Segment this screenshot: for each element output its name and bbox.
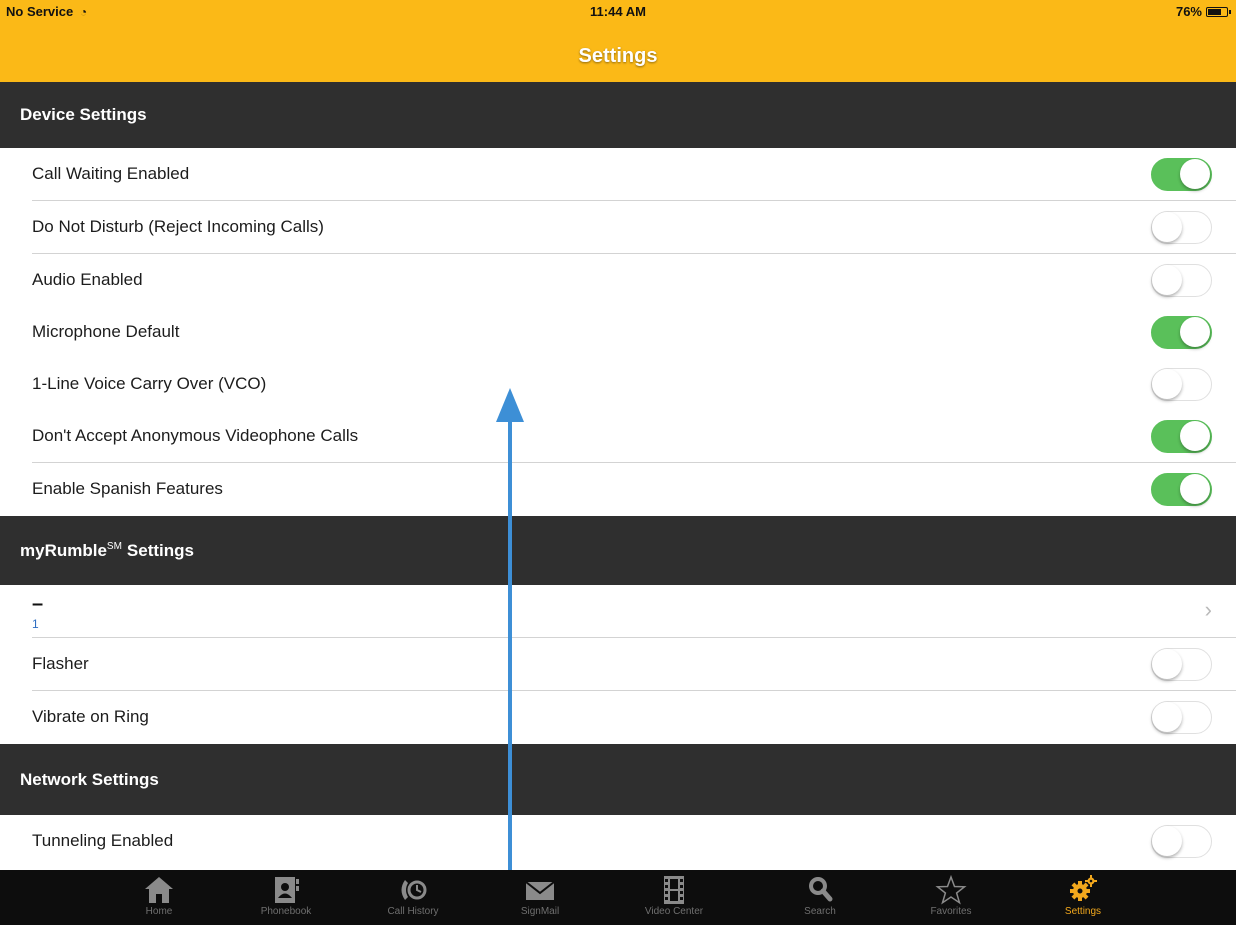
tab-video-center[interactable]: Video Center (634, 870, 714, 925)
tab-label: Home (145, 906, 173, 917)
do-not-disturb-toggle[interactable] (1151, 211, 1212, 244)
setting-label: 1-Line Voice Carry Over (VCO) (32, 374, 267, 393)
setting-label: Call Waiting Enabled (32, 164, 190, 183)
setting-row-anonymous-calls: Don't Accept Anonymous Videophone Calls (0, 410, 1236, 463)
section-header-myrumble: myRumble SM Settings (0, 516, 1236, 585)
tab-search[interactable]: Search (780, 870, 860, 925)
setting-row-call-waiting: Call Waiting Enabled (0, 148, 1236, 201)
microphone-toggle[interactable] (1151, 316, 1212, 349)
toggle-knob (1152, 369, 1182, 399)
battery-icon (1206, 6, 1231, 17)
flasher-toggle[interactable] (1151, 648, 1212, 681)
tab-label: Search (804, 906, 836, 917)
toggle-knob (1152, 212, 1182, 242)
setting-label: Don't Accept Anonymous Videophone Calls (32, 426, 359, 445)
myrumble-link-row[interactable]: – 1 › (0, 585, 1236, 638)
battery-label: 76% (1175, 4, 1202, 19)
vibrate-toggle[interactable] (1151, 701, 1212, 734)
search-icon (780, 873, 860, 907)
setting-row-audio: Audio Enabled (0, 254, 1236, 307)
anonymous-calls-toggle[interactable] (1151, 420, 1212, 453)
tab-label: Call History (387, 906, 439, 917)
link-row-title: – (32, 593, 44, 615)
tab-label: Settings (1064, 906, 1102, 917)
setting-row-microphone: Microphone Default (0, 306, 1236, 359)
section-header-network: Network Settings (0, 744, 1236, 815)
setting-row-do-not-disturb: Do Not Disturb (Reject Incoming Calls) (0, 201, 1236, 254)
setting-row-vibrate: Vibrate on Ring (0, 691, 1236, 744)
toggle-knob (1152, 649, 1182, 679)
setting-row-spanish: Enable Spanish Features (0, 463, 1236, 516)
setting-label: Microphone Default (32, 322, 180, 341)
tab-label: Favorites (930, 906, 972, 917)
toggle-knob (1152, 826, 1182, 856)
status-time: 11:44 AM (590, 4, 646, 19)
signmail-icon (500, 873, 580, 907)
setting-label: Do Not Disturb (Reject Incoming Calls) (32, 217, 324, 236)
section-title-suffix: Settings (126, 540, 194, 560)
favorites-icon (911, 873, 991, 907)
tab-bar: Home Phonebook Call History SignMail Vid… (0, 870, 1236, 925)
tab-settings[interactable]: Settings (1043, 870, 1123, 925)
link-row-subtitle: 1 (32, 617, 39, 631)
setting-label: Flasher (32, 654, 89, 673)
section-title: Network Settings (20, 769, 159, 789)
tab-label: Video Center (644, 906, 704, 917)
toggle-knob (1180, 474, 1210, 504)
toggle-knob (1180, 317, 1210, 347)
battery-level (1208, 8, 1221, 15)
settings-icon (1043, 873, 1123, 907)
video-center-icon (634, 873, 714, 907)
tab-signmail[interactable]: SignMail (500, 870, 580, 925)
section-title: Device Settings (20, 105, 147, 124)
setting-row-vco: 1-Line Voice Carry Over (VCO) (0, 358, 1236, 411)
section-title-prefix: myRumble (20, 540, 107, 560)
setting-label: Audio Enabled (32, 270, 143, 289)
setting-label: Tunneling Enabled (32, 831, 174, 850)
home-icon (119, 873, 199, 907)
tunneling-toggle[interactable] (1151, 825, 1212, 858)
page-title: Settings (578, 45, 658, 67)
navigation-bar: No Service ◔ 11:44 AM 76% Settings (0, 0, 1236, 82)
spanish-toggle[interactable] (1151, 473, 1212, 506)
audio-toggle[interactable] (1151, 264, 1212, 297)
chevron-right-icon: › (1204, 597, 1212, 622)
section-header-device: Device Settings (0, 82, 1236, 148)
toggle-knob (1180, 159, 1210, 189)
phonebook-icon (246, 873, 326, 907)
toggle-knob (1180, 421, 1210, 451)
setting-label: Enable Spanish Features (32, 479, 223, 498)
call-waiting-toggle[interactable] (1151, 158, 1212, 191)
setting-label: Vibrate on Ring (32, 707, 149, 726)
tab-phonebook[interactable]: Phonebook (246, 870, 326, 925)
tab-favorites[interactable]: Favorites (911, 870, 991, 925)
tab-label: SignMail (520, 906, 560, 917)
scroll-up-arrow-annotation (496, 388, 524, 870)
service-mark: SM (106, 541, 122, 552)
toggle-knob (1152, 265, 1182, 295)
tab-label: Phonebook (260, 906, 312, 917)
tab-home[interactable]: Home (119, 870, 199, 925)
tab-call-history[interactable]: Call History (373, 870, 453, 925)
call-history-icon (373, 873, 453, 907)
setting-row-tunneling: Tunneling Enabled (0, 815, 1236, 868)
status-battery: 76% (1175, 4, 1231, 19)
toggle-knob (1152, 702, 1182, 732)
vco-toggle[interactable] (1151, 368, 1212, 401)
setting-row-flasher: Flasher (0, 638, 1236, 691)
